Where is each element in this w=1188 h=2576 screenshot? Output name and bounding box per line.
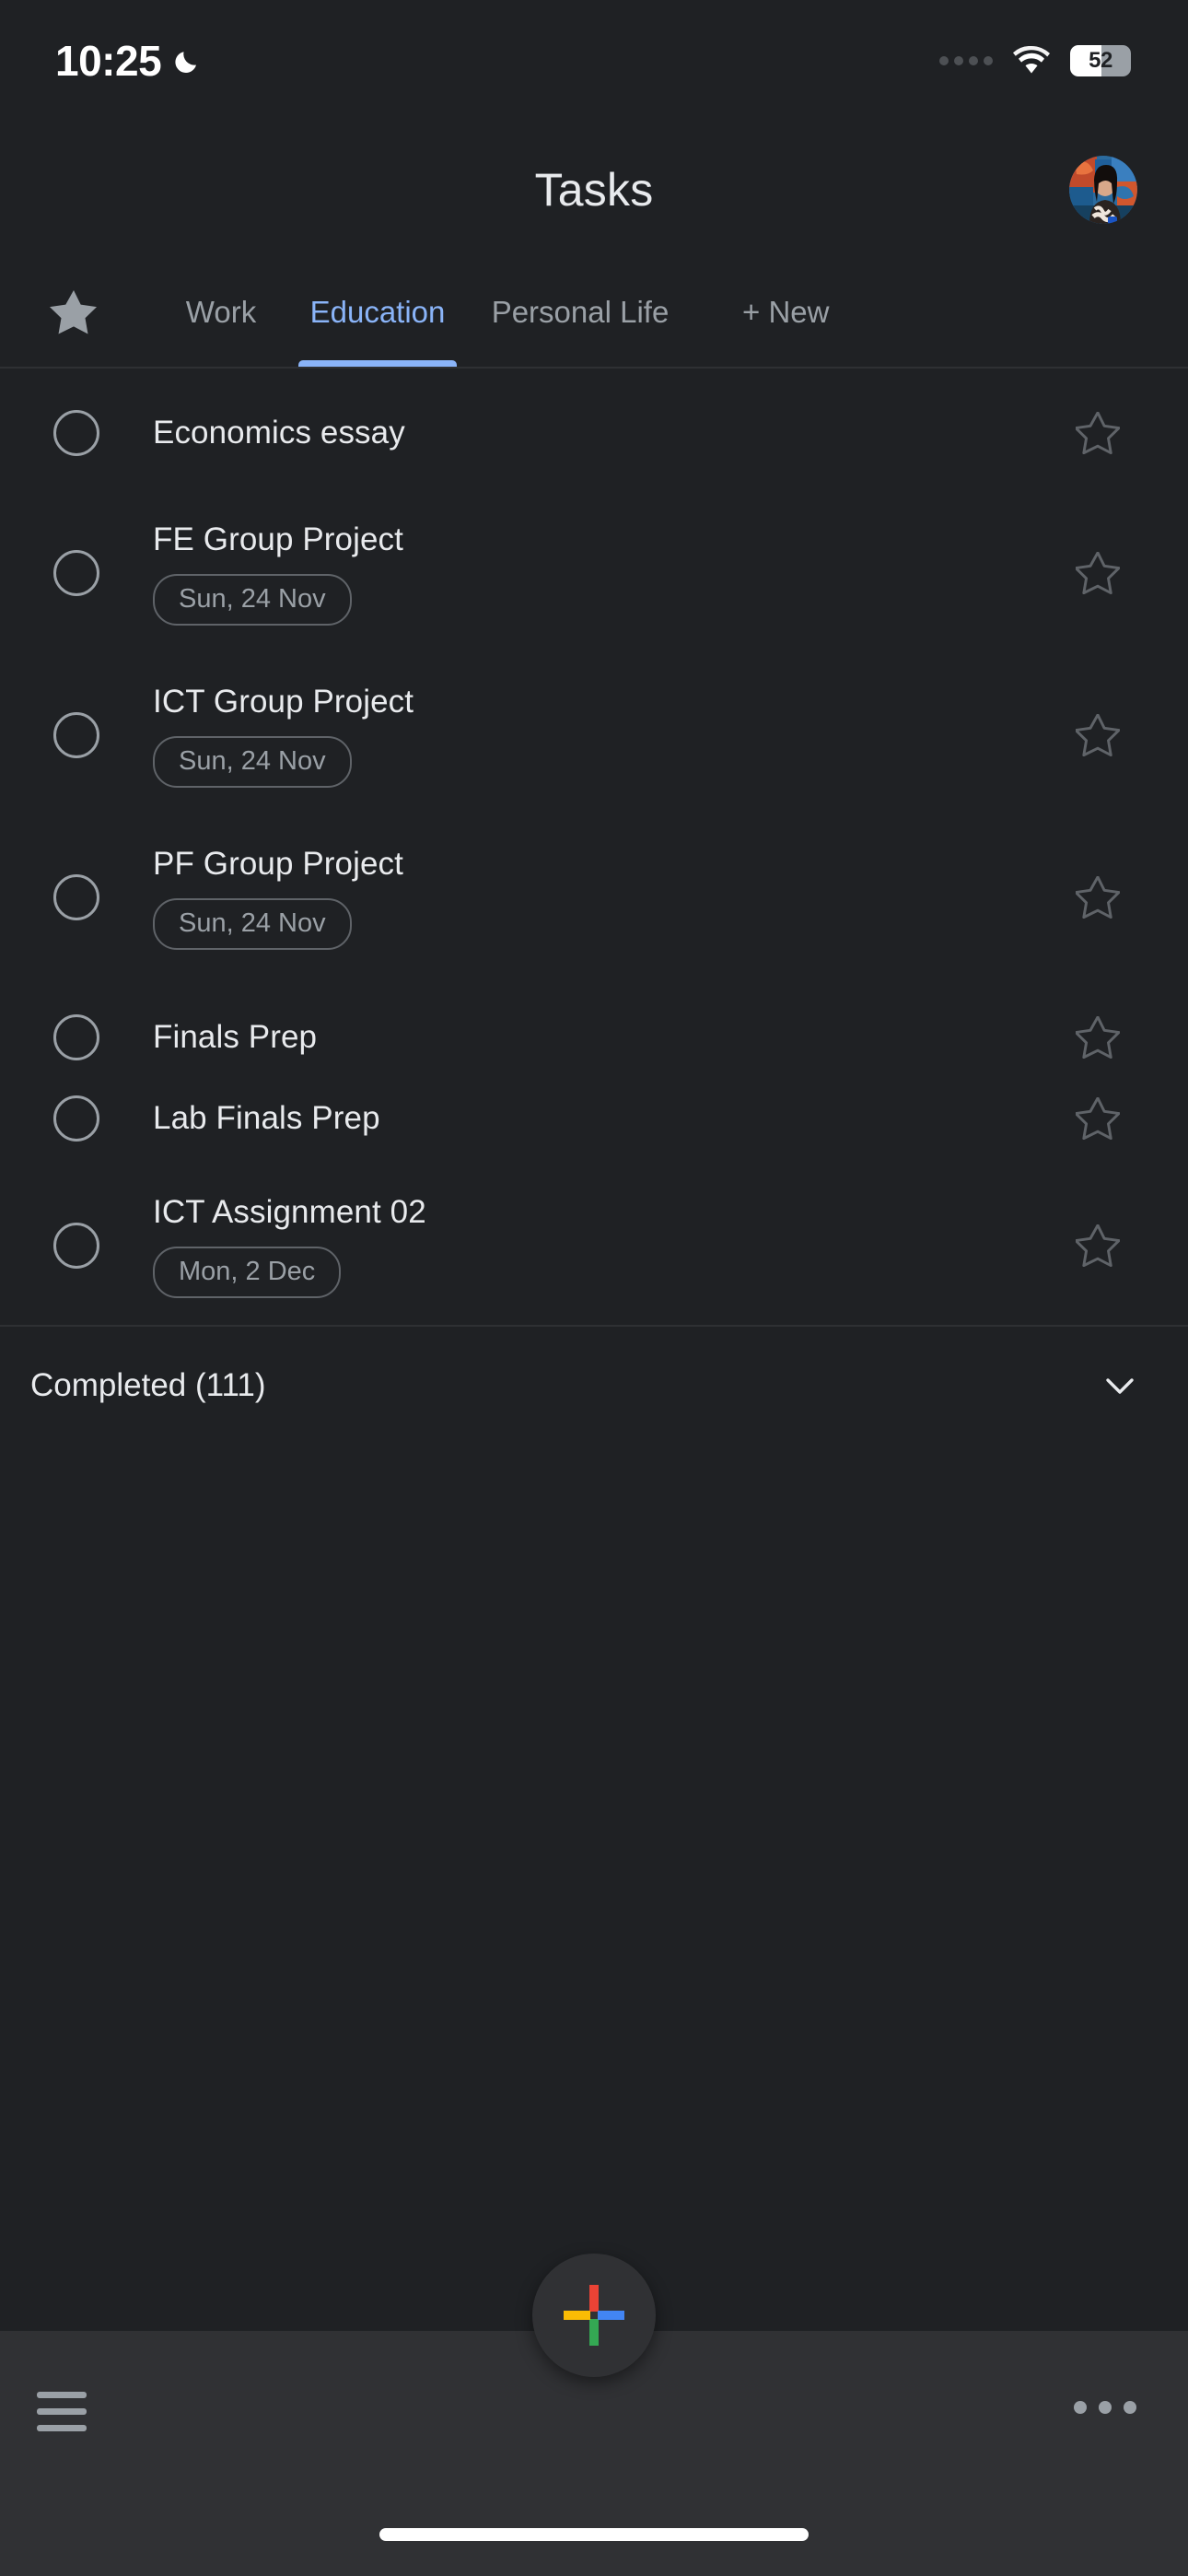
- battery-icon: 52: [1070, 45, 1131, 76]
- star-outline-icon: [1076, 876, 1120, 919]
- task-list: Economics essay FE Group Project Sun, 24…: [0, 369, 1188, 1308]
- tab-new-list[interactable]: + New: [700, 258, 829, 367]
- battery-percent: 52: [1089, 48, 1112, 73]
- add-task-fab[interactable]: [532, 2254, 656, 2377]
- task-content: Lab Finals Prep: [153, 1099, 1055, 1138]
- checkbox-circle-icon: [53, 1095, 99, 1142]
- tab-work[interactable]: Work: [147, 258, 295, 367]
- checkbox-circle-icon: [53, 712, 99, 758]
- task-star-button[interactable]: [1055, 1097, 1140, 1140]
- task-due-date-chip[interactable]: Sun, 24 Nov: [153, 898, 352, 950]
- task-star-button[interactable]: [1055, 876, 1140, 919]
- task-checkbox[interactable]: [0, 712, 153, 758]
- checkbox-circle-icon: [53, 550, 99, 596]
- task-title: ICT Assignment 02: [153, 1194, 426, 1230]
- tab-education-label: Education: [309, 295, 446, 329]
- star-outline-icon: [1076, 552, 1120, 594]
- task-content: Finals Prep: [153, 1018, 1055, 1057]
- status-bar-left: 10:25: [55, 40, 204, 82]
- task-star-button[interactable]: [1055, 1224, 1140, 1267]
- task-title: Lab Finals Prep: [153, 1100, 380, 1136]
- tab-new-list-label: + New: [742, 295, 830, 329]
- tab-starred[interactable]: [0, 258, 147, 367]
- clock-time: 10:25: [55, 37, 162, 85]
- wifi-icon: [1013, 45, 1050, 76]
- page-title: Tasks: [534, 164, 654, 216]
- completed-section-header[interactable]: Completed (111): [0, 1327, 1188, 1445]
- checkbox-circle-icon: [53, 1014, 99, 1060]
- task-checkbox[interactable]: [0, 550, 153, 596]
- avatar[interactable]: [1069, 156, 1137, 224]
- tab-work-label: Work: [185, 295, 257, 329]
- task-due-date-chip[interactable]: Mon, 2 Dec: [153, 1247, 342, 1298]
- star-outline-icon: [1076, 412, 1120, 454]
- task-row[interactable]: Lab Finals Prep: [0, 1078, 1188, 1159]
- task-row[interactable]: ICT Assignment 02 Mon, 2 Dec: [0, 1183, 1188, 1308]
- star-outline-icon: [1076, 1224, 1120, 1267]
- task-content: PF Group Project Sun, 24 Nov: [153, 845, 1055, 950]
- task-row[interactable]: ICT Group Project Sun, 24 Nov: [0, 673, 1188, 798]
- signal-dots-icon: [939, 56, 993, 65]
- task-due-date-chip[interactable]: Sun, 24 Nov: [153, 574, 352, 626]
- checkbox-circle-icon: [53, 874, 99, 920]
- status-bar-right: 52: [939, 45, 1131, 76]
- completed-label: Completed (111): [30, 1367, 266, 1403]
- task-content: FE Group Project Sun, 24 Nov: [153, 521, 1055, 626]
- task-checkbox[interactable]: [0, 1095, 153, 1142]
- task-title: Economics essay: [153, 415, 405, 451]
- hamburger-menu-icon[interactable]: [37, 2392, 87, 2431]
- task-checkbox[interactable]: [0, 1223, 153, 1269]
- tab-education[interactable]: Education: [295, 258, 460, 367]
- chevron-down-icon[interactable]: [1100, 1365, 1140, 1406]
- task-row[interactable]: PF Group Project Sun, 24 Nov: [0, 835, 1188, 960]
- task-row[interactable]: Finals Prep: [0, 997, 1188, 1078]
- task-content: ICT Assignment 02 Mon, 2 Dec: [153, 1193, 1055, 1298]
- task-content: ICT Group Project Sun, 24 Nov: [153, 683, 1055, 788]
- task-checkbox[interactable]: [0, 410, 153, 456]
- google-plus-icon: [564, 2285, 624, 2346]
- task-checkbox[interactable]: [0, 1014, 153, 1060]
- star-outline-icon: [1076, 1016, 1120, 1059]
- task-star-button[interactable]: [1055, 714, 1140, 756]
- star-filled-icon: [50, 289, 98, 335]
- task-row[interactable]: Economics essay: [0, 392, 1188, 474]
- task-title: ICT Group Project: [153, 684, 414, 720]
- home-indicator[interactable]: [379, 2528, 809, 2541]
- app-header: Tasks: [0, 122, 1188, 258]
- task-star-button[interactable]: [1055, 412, 1140, 454]
- tab-personal-life[interactable]: Personal Life: [460, 258, 700, 367]
- task-content: Economics essay: [153, 414, 1055, 452]
- tab-bar: Work Education Personal Life + New: [0, 258, 1188, 369]
- task-star-button[interactable]: [1055, 1016, 1140, 1059]
- status-bar: 10:25 52: [0, 0, 1188, 122]
- active-tab-indicator: [298, 360, 457, 367]
- task-title: Finals Prep: [153, 1019, 318, 1055]
- avatar-image: [1069, 156, 1137, 224]
- star-outline-icon: [1076, 1097, 1120, 1140]
- star-outline-icon: [1076, 714, 1120, 756]
- task-title: PF Group Project: [153, 846, 403, 882]
- task-star-button[interactable]: [1055, 552, 1140, 594]
- task-row[interactable]: FE Group Project Sun, 24 Nov: [0, 510, 1188, 636]
- task-due-date-chip[interactable]: Sun, 24 Nov: [153, 736, 352, 788]
- checkbox-circle-icon: [53, 1223, 99, 1269]
- crescent-moon-icon: [172, 45, 204, 76]
- tab-personal-life-label: Personal Life: [491, 295, 670, 329]
- more-options-icon[interactable]: [1074, 2401, 1136, 2414]
- checkbox-circle-icon: [53, 410, 99, 456]
- task-title: FE Group Project: [153, 521, 403, 557]
- task-checkbox[interactable]: [0, 874, 153, 920]
